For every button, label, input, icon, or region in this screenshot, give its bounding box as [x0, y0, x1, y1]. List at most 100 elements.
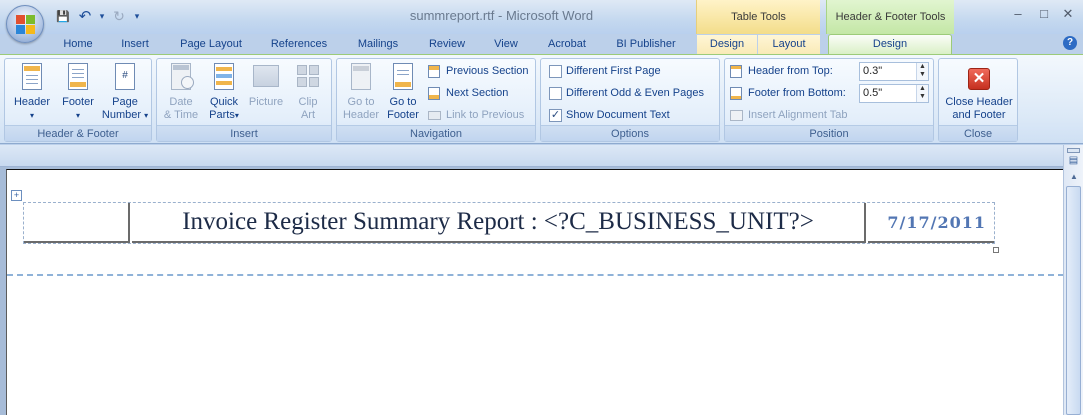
group-options: Different First Page Different Odd & Eve…	[540, 58, 720, 142]
chevron-down-icon: ▾	[234, 111, 239, 120]
header-table: Invoice Register Summary Report : <?C_BU…	[23, 202, 995, 244]
group-close: ✕ Close Header and Footer Close	[938, 58, 1018, 142]
header-label: Header	[13, 96, 51, 108]
spin-up-icon[interactable]: ▲	[917, 63, 928, 71]
office-button[interactable]	[6, 5, 44, 43]
picture-button[interactable]: Picture	[245, 62, 287, 126]
calendar-clock-icon	[167, 62, 195, 94]
go-to-header-icon	[347, 62, 375, 94]
maximize-button[interactable]: □	[1032, 6, 1056, 22]
show-document-text-option[interactable]: ✓ Show Document Text	[549, 105, 670, 125]
go-to-header-button[interactable]: Go to Header	[339, 62, 383, 126]
date-time-button[interactable]: Date & Time	[159, 62, 203, 126]
clip-art-icon	[294, 62, 322, 94]
table-tools-label: Table Tools	[731, 11, 786, 23]
group-header-footer: Header ▾ Footer ▾ # Page Number ▾ Header…	[4, 58, 152, 142]
spin-arrows-icon[interactable]: ▲ ▼	[916, 85, 928, 102]
help-icon[interactable]: ?	[1063, 36, 1077, 50]
group-title-options: Options	[541, 125, 719, 141]
footer-position-icon	[729, 86, 744, 101]
table-resize-handle[interactable]	[993, 247, 999, 253]
chevron-down-icon: ▾	[144, 111, 149, 120]
footer-from-bottom-label: Footer from Bottom:	[748, 87, 846, 99]
clip-art-button[interactable]: Clip Art	[287, 62, 329, 126]
tab-page-layout[interactable]: Page Layout	[170, 35, 252, 54]
tab-mailings[interactable]: Mailings	[346, 35, 410, 54]
different-first-page-label: Different First Page	[566, 65, 661, 77]
document-page[interactable]: + Invoice Register Summary Report : <?C_…	[6, 169, 1064, 415]
close-window-button[interactable]: ✕	[1056, 6, 1080, 22]
different-odd-even-option[interactable]: Different Odd & Even Pages	[549, 83, 704, 103]
spin-down-icon[interactable]: ▼	[917, 93, 928, 101]
header-icon	[18, 62, 46, 94]
header-footer-tools-context: Header & Footer Tools	[826, 0, 954, 34]
footer-button[interactable]: Footer ▾	[55, 62, 101, 126]
split-handle[interactable]	[1067, 148, 1080, 153]
link-to-previous-button[interactable]: Link to Previous	[427, 105, 524, 125]
previous-section-button[interactable]: Previous Section	[427, 61, 529, 81]
table-move-handle-icon[interactable]: +	[11, 190, 22, 201]
group-title-insert: Insert	[157, 125, 331, 141]
group-title-close: Close	[939, 125, 1017, 141]
tab-acrobat[interactable]: Acrobat	[538, 35, 596, 54]
scroll-up-icon[interactable]: ▲	[1067, 172, 1081, 184]
spin-up-icon[interactable]: ▲	[917, 85, 928, 93]
alignment-tab-icon	[729, 108, 744, 123]
quick-parts-icon	[210, 62, 238, 94]
title-bar: 💾 ↶ ▾ ↻ ▾ summreport.rtf - Microsoft Wor…	[0, 0, 1083, 43]
tab-table-layout[interactable]: Layout	[758, 35, 820, 54]
tab-insert[interactable]: Insert	[110, 35, 160, 54]
next-section-button[interactable]: Next Section	[427, 83, 508, 103]
vertical-scrollbar[interactable]: ▤ ▲	[1063, 145, 1083, 415]
clip-art-label-2: Art	[300, 109, 316, 121]
link-to-previous-label: Link to Previous	[446, 109, 525, 121]
minimize-button[interactable]: –	[1006, 6, 1030, 22]
picture-icon	[252, 62, 280, 94]
tab-references[interactable]: References	[262, 35, 336, 54]
table-tools-context: Table Tools	[696, 0, 820, 34]
group-position: Header from Top: 0.3" ▲ ▼ Footer from Bot…	[724, 58, 934, 142]
ribbon-tabs: Home Insert Page Layout References Maili…	[0, 34, 1083, 55]
tab-review[interactable]: Review	[418, 35, 476, 54]
quick-parts-label-1: Quick	[209, 96, 239, 108]
go-to-header-label-1: Go to	[347, 96, 375, 108]
spin-down-icon[interactable]: ▼	[917, 71, 928, 79]
different-odd-even-checkbox[interactable]	[549, 86, 562, 100]
footer-from-bottom-input[interactable]: 0.5" ▲ ▼	[859, 84, 929, 103]
page-number-label-1: Page	[112, 96, 138, 108]
header-from-top-input[interactable]: 0.3" ▲ ▼	[859, 62, 929, 81]
tab-view[interactable]: View	[484, 35, 528, 54]
report-date[interactable]: 7/17/2011	[868, 203, 994, 243]
quick-parts-button[interactable]: Quick Parts▾	[203, 62, 245, 126]
header-position-icon	[729, 64, 744, 79]
footer-from-bottom-control: Footer from Bottom:	[729, 83, 846, 103]
close-header-footer-button[interactable]: ✕ Close Header and Footer	[941, 62, 1017, 126]
scroll-thumb[interactable]	[1066, 186, 1081, 415]
tab-header-footer-design[interactable]: Design	[828, 34, 952, 55]
close-header-footer-label-1: Close Header	[945, 96, 1013, 108]
ribbon: Header ▾ Footer ▾ # Page Number ▾ Header…	[0, 54, 1083, 144]
go-to-footer-button[interactable]: Go to Footer	[381, 62, 425, 126]
close-header-footer-label-2: and Footer	[952, 109, 1006, 121]
spin-arrows-icon[interactable]: ▲ ▼	[916, 63, 928, 80]
tab-home[interactable]: Home	[54, 35, 102, 54]
picture-label: Picture	[248, 96, 284, 108]
different-first-page-option[interactable]: Different First Page	[549, 61, 661, 81]
view-ruler-icon[interactable]: ▤	[1067, 155, 1080, 167]
header-footer-tools-label: Header & Footer Tools	[835, 11, 946, 23]
tab-table-design[interactable]: Design	[697, 35, 757, 54]
group-navigation: Go to Header Go to Footer Previous Secti…	[336, 58, 536, 142]
different-first-page-checkbox[interactable]	[549, 64, 562, 78]
show-document-text-checkbox[interactable]: ✓	[549, 108, 562, 122]
page-number-button[interactable]: # Page Number ▾	[101, 62, 149, 126]
tab-bi-publisher[interactable]: BI Publisher	[604, 35, 688, 54]
clip-art-label-1: Clip	[298, 96, 318, 108]
report-title[interactable]: Invoice Register Summary Report : <?C_BU…	[132, 203, 866, 243]
insert-alignment-tab-button[interactable]: Insert Alignment Tab	[729, 105, 847, 125]
date-time-label-1: Date	[169, 96, 193, 108]
footer-label: Footer	[62, 96, 94, 108]
header-button[interactable]: Header ▾	[9, 62, 55, 126]
header-cell-left[interactable]	[24, 203, 130, 243]
page-number-label-2: Number	[101, 109, 142, 121]
header-from-top-value: 0.3"	[863, 65, 883, 77]
